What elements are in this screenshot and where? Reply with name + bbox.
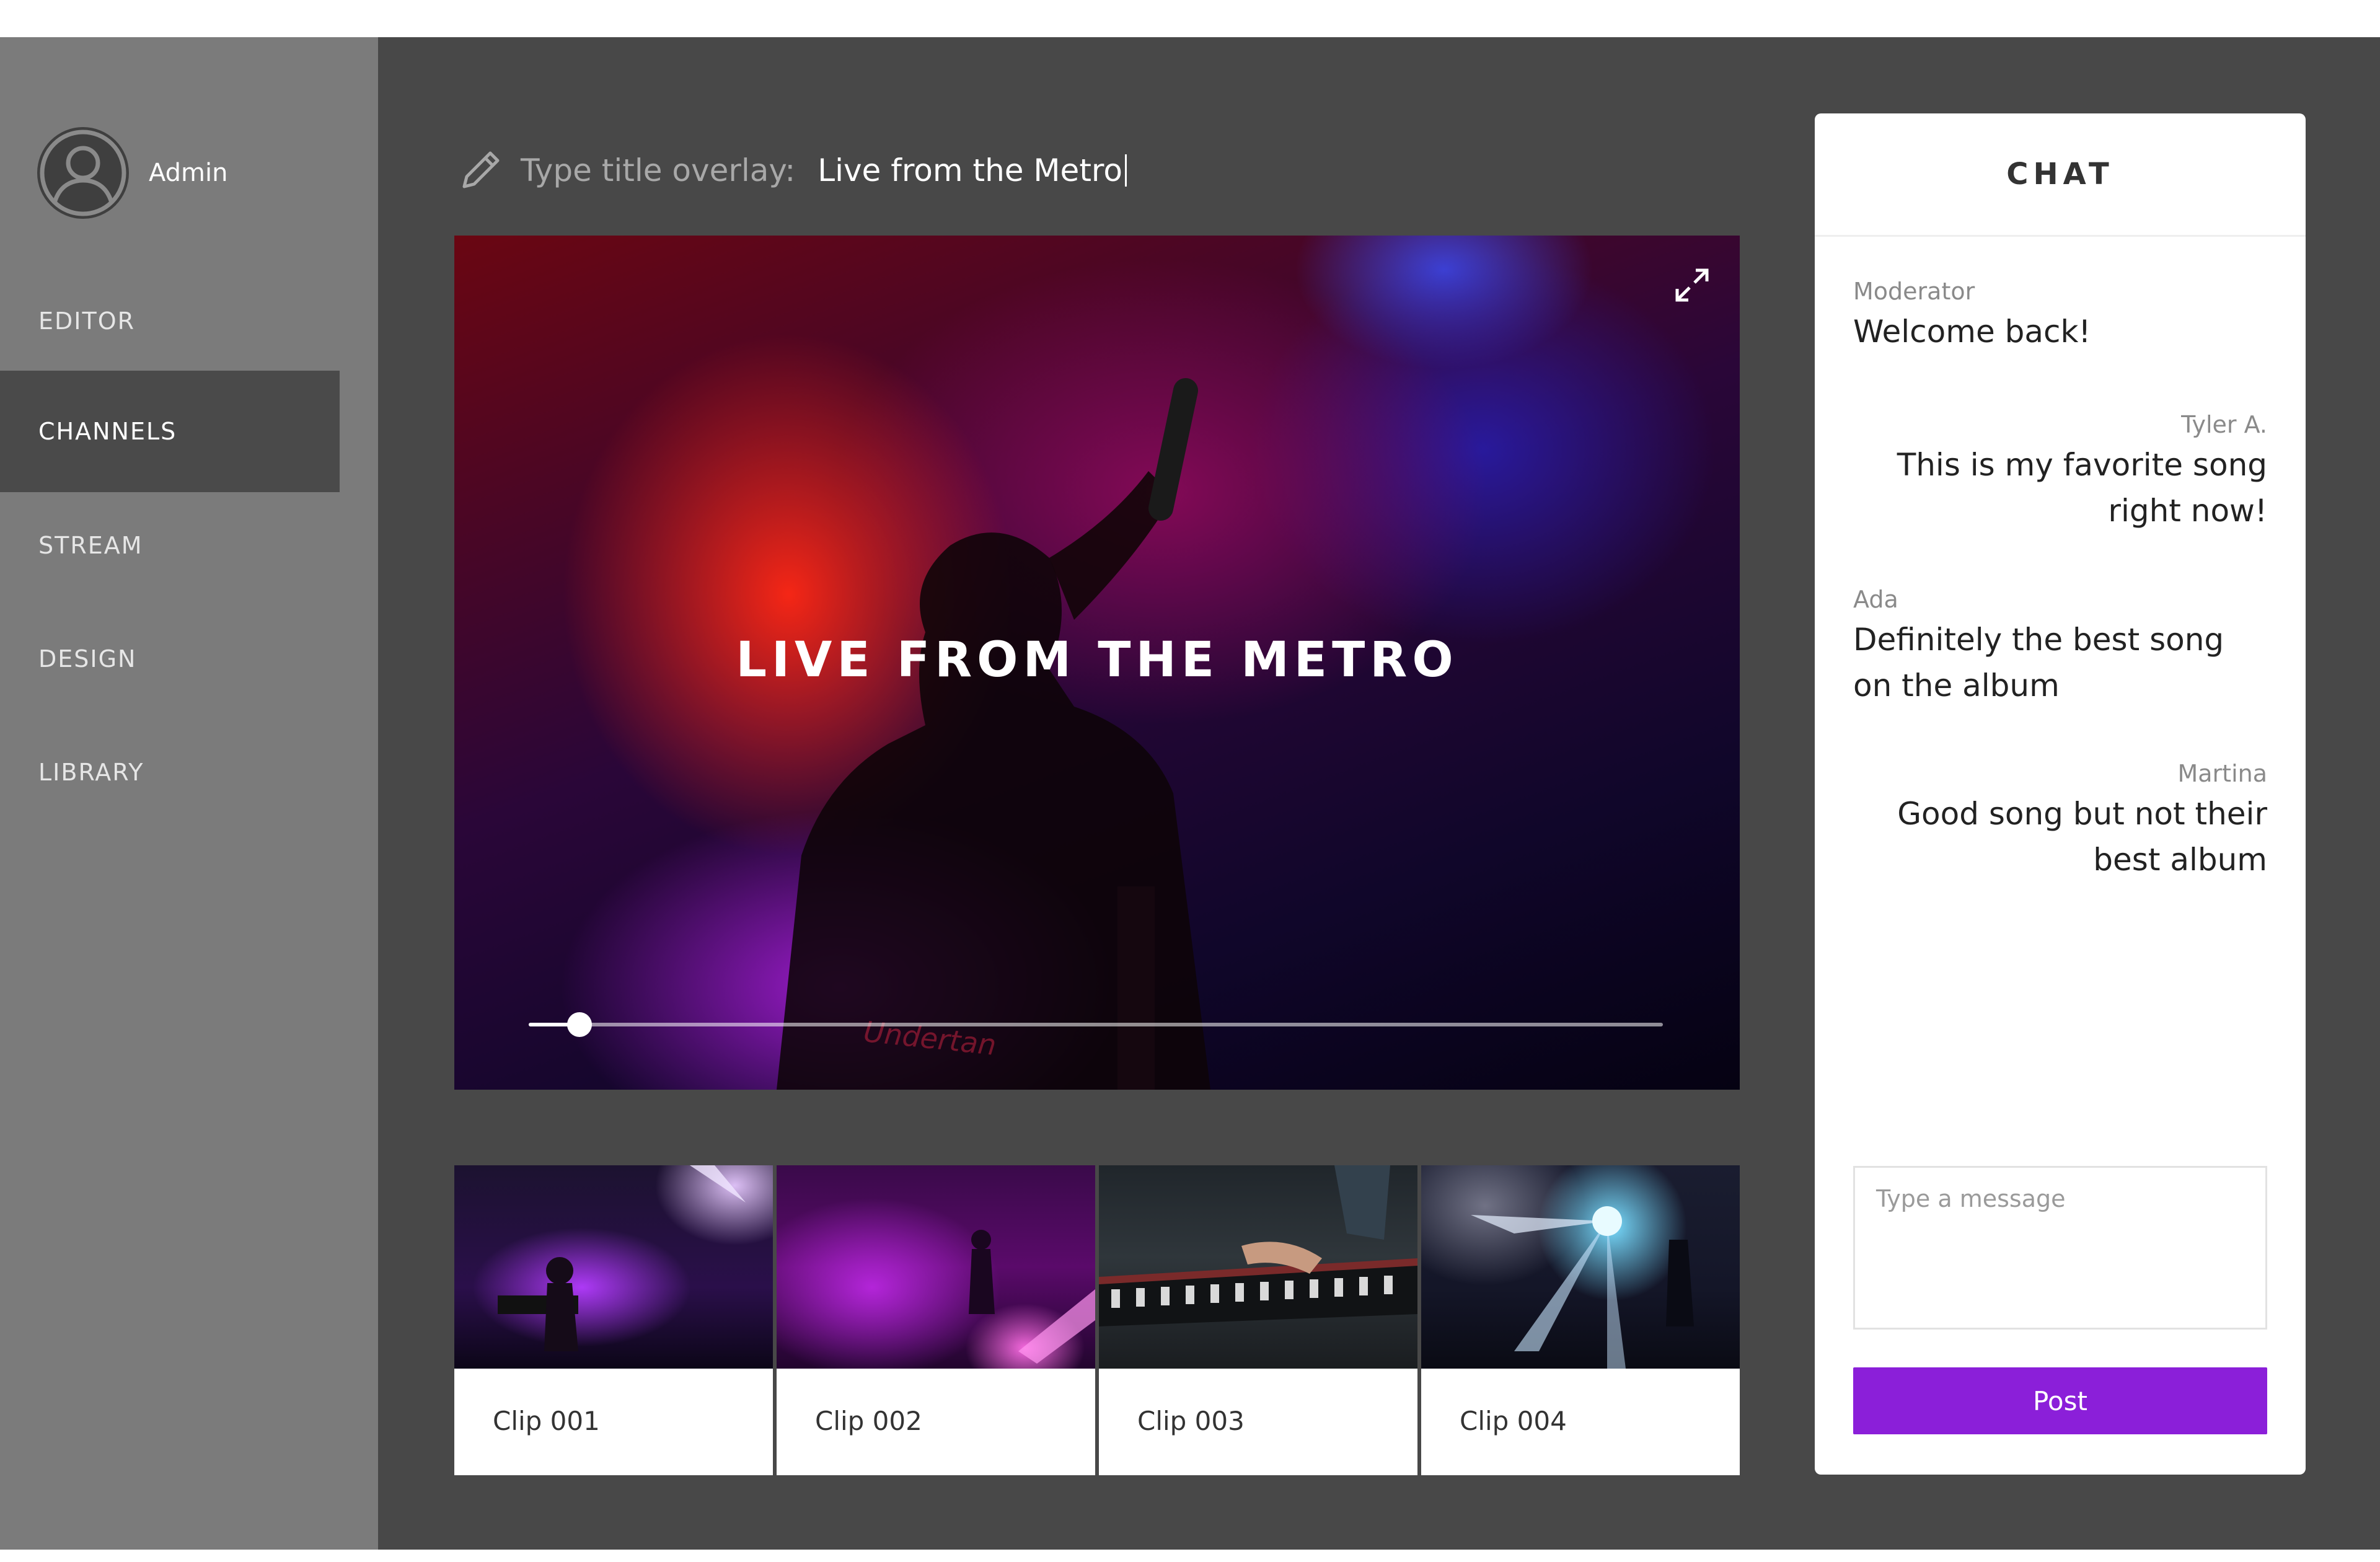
nav-item-channels[interactable]: CHANNELS — [0, 371, 340, 492]
chat-panel: CHAT Moderator Welcome back! Tyler A. Th… — [1815, 113, 2306, 1475]
nav-item-library[interactable]: LIBRARY — [0, 712, 340, 833]
chat-message-author: Ada — [1853, 586, 1898, 613]
nav-item-stream[interactable]: STREAM — [0, 485, 340, 606]
nav-item-label: EDITOR — [38, 307, 136, 335]
clip-card-001[interactable]: Clip 001 — [454, 1165, 773, 1475]
title-overlay-label: Type title overlay: — [521, 152, 796, 188]
user-avatar-icon — [37, 127, 129, 219]
clip-card-004[interactable]: Clip 004 — [1421, 1165, 1740, 1475]
nav-item-label: STREAM — [38, 532, 143, 559]
clip-label: Clip 001 — [493, 1406, 600, 1436]
chat-message-text: Good song but not their best album — [1897, 796, 2267, 878]
clip-card-002[interactable]: Clip 002 — [777, 1165, 1095, 1475]
chat-message: Ada Definitely the best song on the albu… — [1853, 586, 2267, 708]
expand-icon[interactable] — [1672, 265, 1712, 305]
clip-thumbnail — [1421, 1165, 1740, 1369]
overlay-title: LIVE FROM THE METRO — [736, 632, 1458, 688]
clip-label: Clip 003 — [1137, 1406, 1245, 1436]
chat-message-author: Moderator — [1853, 278, 1975, 305]
nav-item-design[interactable]: DESIGN — [0, 598, 340, 720]
chat-message-text: Definitely the best song on the album — [1853, 622, 2224, 704]
clip-label: Clip 004 — [1460, 1406, 1567, 1436]
chat-message-text: This is my favorite song right now! — [1897, 447, 2267, 529]
pencil-icon — [462, 151, 500, 188]
sidebar: Admin EDITOR CHANNELS STREAM DESIGN LIBR… — [0, 37, 378, 1550]
app-window: Admin EDITOR CHANNELS STREAM DESIGN LIBR… — [0, 37, 2380, 1550]
clip-thumbnail — [454, 1165, 773, 1369]
nav-item-editor[interactable]: EDITOR — [0, 260, 340, 382]
post-button[interactable]: Post — [1853, 1367, 2267, 1434]
user-profile[interactable]: Admin — [37, 127, 227, 219]
clip-thumbnail — [777, 1165, 1095, 1369]
title-overlay-field[interactable]: Type title overlay: Live from the Metro — [456, 146, 1385, 195]
text-caret — [1124, 154, 1127, 187]
chat-message-author: Tyler A. — [2181, 411, 2267, 438]
chat-message: Martina Good song but not their best alb… — [1853, 760, 2267, 883]
chat-message: Moderator Welcome back! — [1853, 278, 2267, 355]
chat-title: CHAT — [1815, 113, 2306, 237]
clip-card-003[interactable]: Clip 003 — [1099, 1165, 1417, 1475]
video-player[interactable]: LIVE FROM THE METRO Undertan — [454, 236, 1740, 1090]
chat-message-input[interactable] — [1853, 1166, 2267, 1330]
chat-message: Tyler A. This is my favorite song right … — [1853, 411, 2267, 534]
user-name: Admin — [149, 159, 228, 187]
clip-strip: Clip 001 Clip 002 Clip 003 Clip 004 — [454, 1165, 1740, 1475]
clip-label: Clip 002 — [815, 1406, 922, 1436]
nav-item-label: DESIGN — [38, 645, 137, 673]
nav-item-label: CHANNELS — [38, 418, 177, 445]
clip-thumbnail — [1099, 1165, 1417, 1369]
nav-item-label: LIBRARY — [38, 759, 144, 786]
title-overlay-value[interactable]: Live from the Metro — [818, 152, 1122, 188]
chat-message-author: Martina — [2177, 760, 2267, 787]
progress-bar[interactable] — [529, 1012, 1663, 1037]
chat-message-text: Welcome back! — [1853, 314, 2091, 350]
